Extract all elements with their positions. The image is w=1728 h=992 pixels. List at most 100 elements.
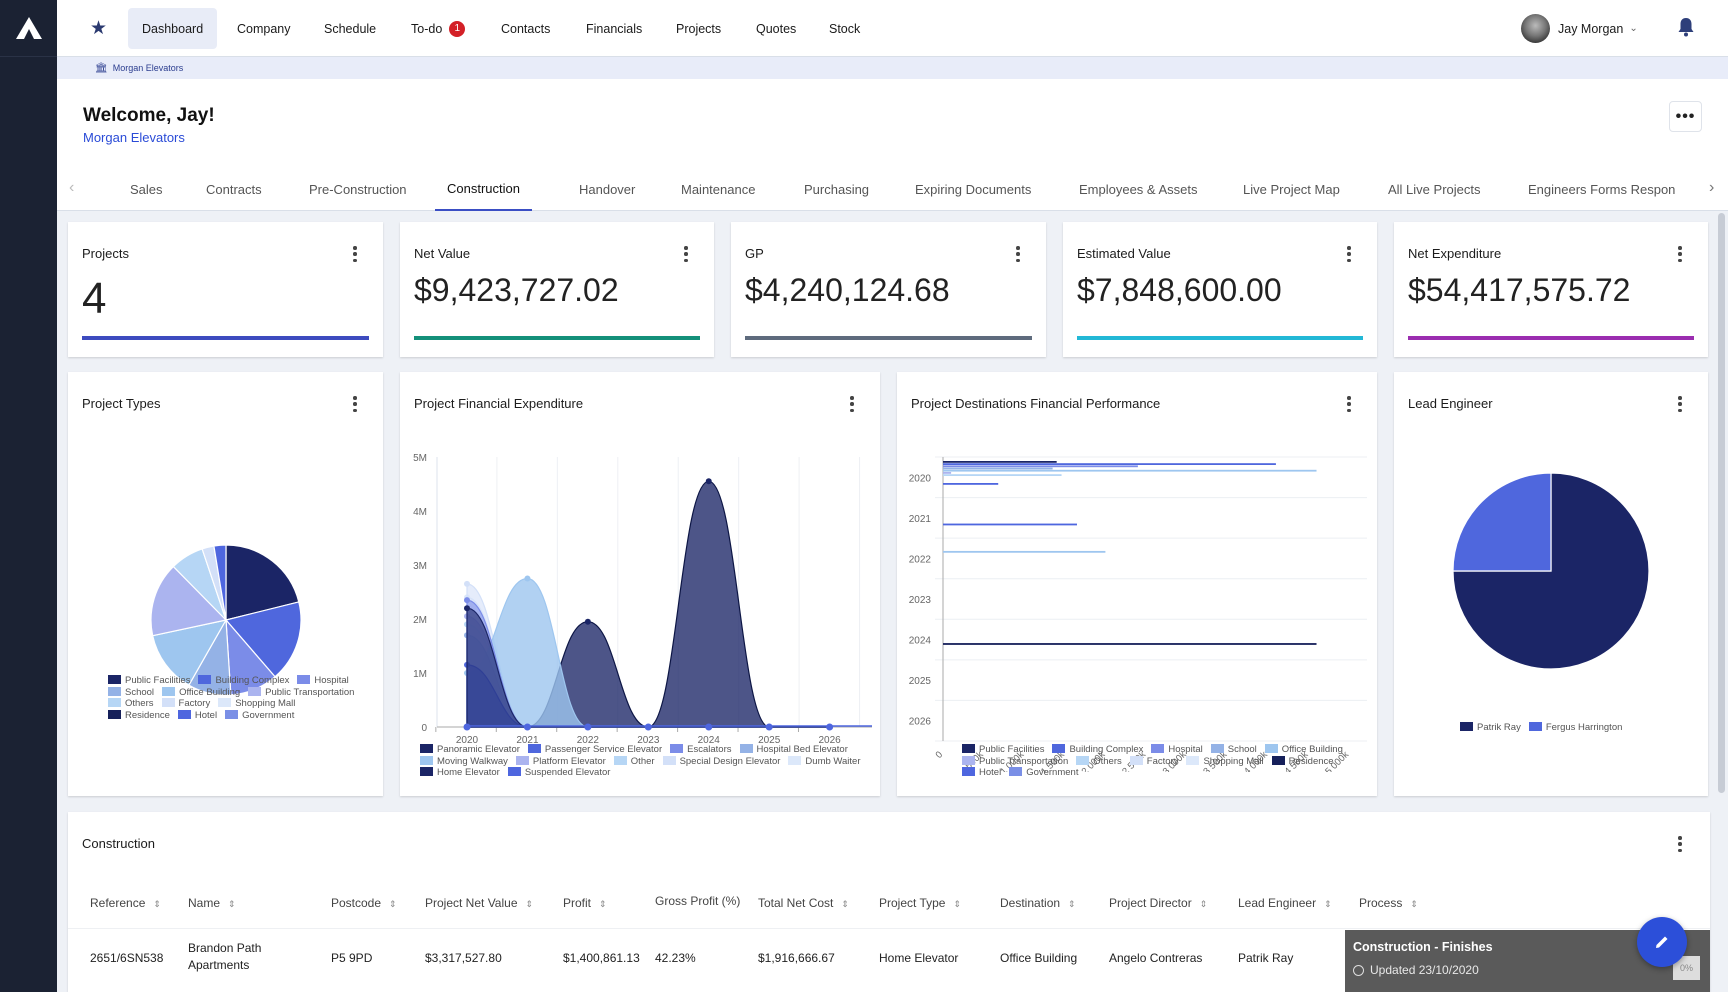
bar-hotel[interactable] [943, 523, 1077, 526]
legend-item[interactable]: Hospital Bed Elevator [739, 744, 848, 756]
column-header-total-net-cost[interactable]: Total Net Cost ⇕ [758, 896, 849, 910]
card-menu-icon[interactable] [1347, 396, 1351, 412]
data-point[interactable] [464, 605, 470, 612]
legend-item[interactable]: Patrik Ray [1460, 722, 1521, 734]
legend-item[interactable]: Government [1009, 767, 1078, 779]
nav-todo[interactable]: To-do 1 [397, 8, 479, 49]
legend-item[interactable]: Others [1076, 755, 1122, 768]
legend-item[interactable]: Dumb Waiter [788, 755, 861, 768]
card-menu-icon[interactable] [684, 246, 688, 262]
data-point[interactable] [584, 723, 592, 731]
legend-item[interactable]: Government [225, 709, 294, 722]
column-header-postcode[interactable]: Postcode ⇕ [331, 896, 397, 910]
breadcrumb-company[interactable]: Morgan Elevators [113, 63, 184, 73]
card-menu-icon[interactable] [353, 246, 357, 262]
column-header-project-director[interactable]: Project Director ⇕ [1109, 896, 1207, 910]
legend-item[interactable]: Residence [108, 709, 170, 722]
bar-public-facilities[interactable] [943, 461, 1057, 463]
tab-employees-assets[interactable]: Employees & Assets [1079, 167, 1198, 211]
bar-hospital[interactable] [943, 465, 1138, 468]
legend-item[interactable]: Escalators [670, 744, 732, 756]
legend-item[interactable]: Office Building [1264, 744, 1343, 756]
tab-pre-construction[interactable]: Pre-Construction [309, 167, 407, 211]
data-point[interactable] [464, 597, 470, 604]
legend-item[interactable]: Office Building [162, 686, 240, 699]
favorite-star-icon[interactable]: ★ [90, 17, 107, 40]
legend-item[interactable]: Suspended Elevator [507, 767, 610, 779]
user-menu[interactable]: Jay Morgan ⌄ [1521, 14, 1638, 43]
bar-hotel[interactable] [943, 483, 999, 485]
column-header-project-net-value[interactable]: Project Net Value ⇕ [425, 896, 533, 910]
data-point[interactable] [826, 723, 834, 731]
card-menu-icon[interactable] [1678, 836, 1682, 852]
legend-item[interactable]: Hotel [962, 767, 1001, 779]
legend-item[interactable]: School [1210, 744, 1257, 756]
legend-item[interactable]: Other [613, 755, 655, 768]
bar-office-building[interactable] [943, 550, 1106, 553]
bar-school[interactable] [943, 467, 1053, 470]
tab-all-live-projects[interactable]: All Live Projects [1388, 167, 1480, 211]
legend-item[interactable]: Public Facilities [962, 744, 1044, 756]
app-logo[interactable] [0, 0, 57, 57]
bar-building-complex[interactable] [943, 463, 1276, 465]
data-point[interactable] [644, 723, 652, 731]
bar-office-building[interactable] [943, 469, 1317, 472]
nav-projects[interactable]: Projects [662, 8, 735, 49]
card-menu-icon[interactable] [353, 396, 357, 412]
pie-slice-fergus-harrington[interactable] [1452, 472, 1552, 572]
legend-item[interactable]: Public Transportation [962, 755, 1068, 768]
bar-others[interactable] [943, 474, 1062, 476]
legend-item[interactable]: Public Facilities [108, 675, 190, 687]
data-point[interactable] [464, 580, 470, 587]
tab-expiring-documents[interactable]: Expiring Documents [915, 167, 1031, 211]
more-options-button[interactable]: ••• [1669, 101, 1702, 132]
nav-quotes[interactable]: Quotes [742, 8, 810, 49]
legend-item[interactable]: Special Design Elevator [662, 755, 780, 768]
legend-item[interactable]: Others [108, 698, 154, 710]
legend-item[interactable]: School [108, 686, 154, 699]
bar-public-transportation[interactable] [943, 472, 952, 474]
column-header-profit[interactable]: Profit ⇕ [563, 896, 607, 910]
legend-item[interactable]: Panoramic Elevator [420, 744, 520, 756]
column-header-project-type[interactable]: Project Type ⇕ [879, 896, 961, 910]
tab-maintenance[interactable]: Maintenance [681, 167, 755, 211]
tab-engineers-forms[interactable]: Engineers Forms Respon [1528, 167, 1675, 211]
company-link[interactable]: Morgan Elevators [83, 130, 185, 145]
legend-item[interactable]: Hospital [1151, 744, 1203, 756]
legend-item[interactable]: Passenger Service Elevator [527, 744, 662, 756]
tab-purchasing[interactable]: Purchasing [804, 167, 869, 211]
tab-construction[interactable]: Construction [435, 167, 532, 211]
nav-contacts[interactable]: Contacts [487, 8, 564, 49]
data-point[interactable] [584, 618, 591, 625]
legend-item[interactable]: Residence [1271, 755, 1334, 768]
nav-schedule[interactable]: Schedule [310, 8, 390, 49]
legend-item[interactable]: Building Complex [198, 675, 289, 687]
data-point[interactable] [463, 723, 471, 731]
column-header-destination[interactable]: Destination ⇕ [1000, 896, 1076, 910]
card-menu-icon[interactable] [1678, 246, 1682, 262]
card-menu-icon[interactable] [850, 396, 854, 412]
scrollbar-thumb[interactable] [1718, 213, 1725, 793]
legend-item[interactable]: Hospital [297, 675, 349, 687]
legend-item[interactable]: Fergus Harrington [1528, 722, 1622, 734]
edit-fab-button[interactable] [1637, 917, 1687, 967]
nav-company[interactable]: Company [223, 8, 305, 49]
notifications-bell-icon[interactable] [1677, 17, 1695, 42]
legend-item[interactable]: Platform Elevator [515, 755, 606, 768]
bar-residence[interactable] [943, 643, 1317, 645]
tabs-scroll-right-icon[interactable]: › [1709, 179, 1714, 197]
data-point[interactable] [523, 723, 531, 731]
tab-live-project-map[interactable]: Live Project Map [1243, 167, 1340, 211]
nav-stock[interactable]: Stock [815, 8, 874, 49]
legend-item[interactable]: Moving Walkway [420, 755, 508, 768]
card-menu-icon[interactable] [1678, 396, 1682, 412]
tab-handover[interactable]: Handover [579, 167, 635, 211]
legend-item[interactable]: Factory [161, 698, 210, 710]
column-header-reference[interactable]: Reference ⇕ [90, 896, 161, 910]
card-menu-icon[interactable] [1347, 246, 1351, 262]
tab-sales[interactable]: Sales [130, 167, 163, 211]
page-scrollbar[interactable] [1716, 211, 1726, 992]
legend-item[interactable]: Public Transportation [248, 686, 354, 699]
data-point[interactable] [524, 575, 531, 582]
data-point[interactable] [705, 723, 713, 731]
